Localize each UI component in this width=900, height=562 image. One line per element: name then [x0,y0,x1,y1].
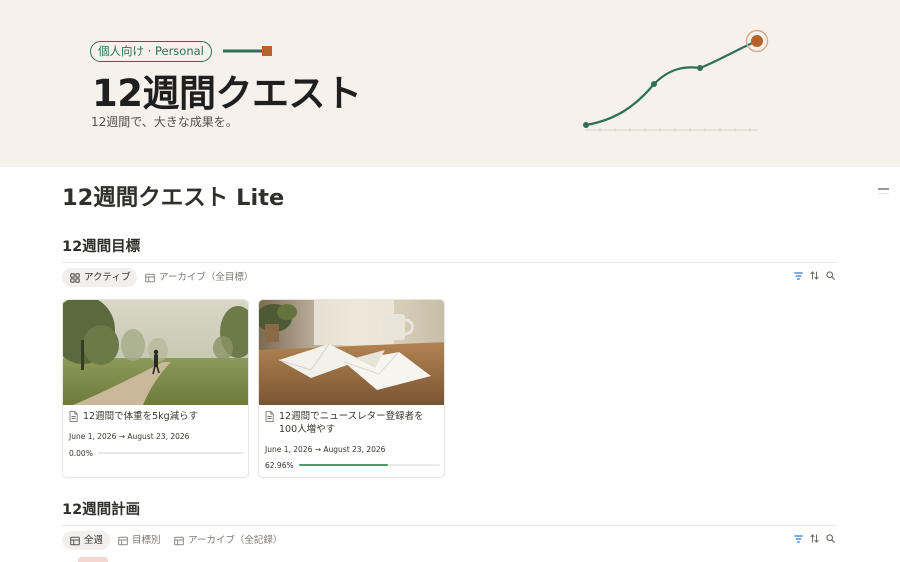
goals-heading: 12週間目標 [62,239,141,255]
tab-by-goal[interactable]: 目標別 [110,531,168,550]
card-progress: 62.96% [265,460,440,470]
tab-all-weeks[interactable]: 全週 [62,531,111,550]
sort-icon[interactable] [810,534,819,543]
goals-divider [62,262,837,263]
goal-card[interactable]: 12週間でニュースレター登録者を100人増やす June 1, 2026 → A… [258,299,445,478]
search-icon[interactable] [826,534,835,543]
cover-tag: 個人向け · Personal [90,41,212,62]
filter-icon[interactable] [794,534,803,543]
tab-active-goals[interactable]: アクティブ [62,268,138,287]
tab-label: 目標別 [132,535,161,546]
card-progress: 0.00% [69,448,244,458]
goals-view-bar: アクティブ アーカイブ（全目標） [62,268,837,290]
card-title: 12週間で体重を5kg減らす [69,410,244,423]
card-cover-image [259,300,444,405]
misty-park-runner-photo [63,300,248,405]
tab-label: アーカイブ（全目標） [159,272,254,283]
plans-divider [62,525,837,526]
tab-label: 全週 [84,535,104,546]
table-row-peek [78,557,108,562]
tab-archive-goals[interactable]: アーカイブ（全目標） [137,268,260,287]
table-icon [174,536,184,545]
table-icon [145,273,155,282]
cover-subtitle: 12週間で、大きな成果を。 [91,115,238,129]
tag-connector-icon [223,46,272,56]
plans-heading: 12週間計画 [62,502,141,518]
page-icon [69,411,78,422]
page-cover: 個人向け · Personal 12週間クエスト 12週間で、大きな成果を。 [0,0,900,167]
envelopes-on-table-photo [259,300,444,405]
gallery-icon [70,272,80,283]
goal-card[interactable]: 12週間で体重を5kg減らす June 1, 2026 → August 23,… [62,299,249,478]
cover-title: 12週間クエスト [92,72,362,115]
tab-label: アクティブ [84,272,131,283]
card-title: 12週間でニュースレター登録者を100人増やす [265,410,440,436]
progress-track [298,464,440,466]
card-cover-image [63,300,248,405]
card-date-range: June 1, 2026 → August 23, 2026 [69,432,190,441]
progress-fill [298,464,388,466]
progress-track [97,452,244,454]
page-title: 12週間クエスト Lite [62,185,285,211]
card-date-range: June 1, 2026 → August 23, 2026 [265,445,386,454]
plans-view-bar: 全週 目標別 アーカイブ（全記録） [62,531,837,553]
sidebar-collapse-icon[interactable] [878,188,889,200]
page-icon [265,411,274,422]
plans-view-tools [794,534,835,543]
progress-label: 0.00% [69,448,93,458]
growth-curve-illustration [583,29,769,132]
filter-icon[interactable] [794,271,803,280]
search-icon[interactable] [826,271,835,280]
card-title-text: 12週間で体重を5kg減らす [83,411,198,422]
goals-view-tools [794,271,835,280]
card-title-text: 12週間でニュースレター登録者を100人増やす [279,411,424,435]
tab-label: アーカイブ（全記録） [188,535,283,546]
sort-icon[interactable] [810,271,819,280]
tab-archive-records[interactable]: アーカイブ（全記録） [166,531,289,550]
table-icon [70,536,80,545]
progress-label: 62.96% [265,460,294,470]
table-icon [118,536,128,545]
